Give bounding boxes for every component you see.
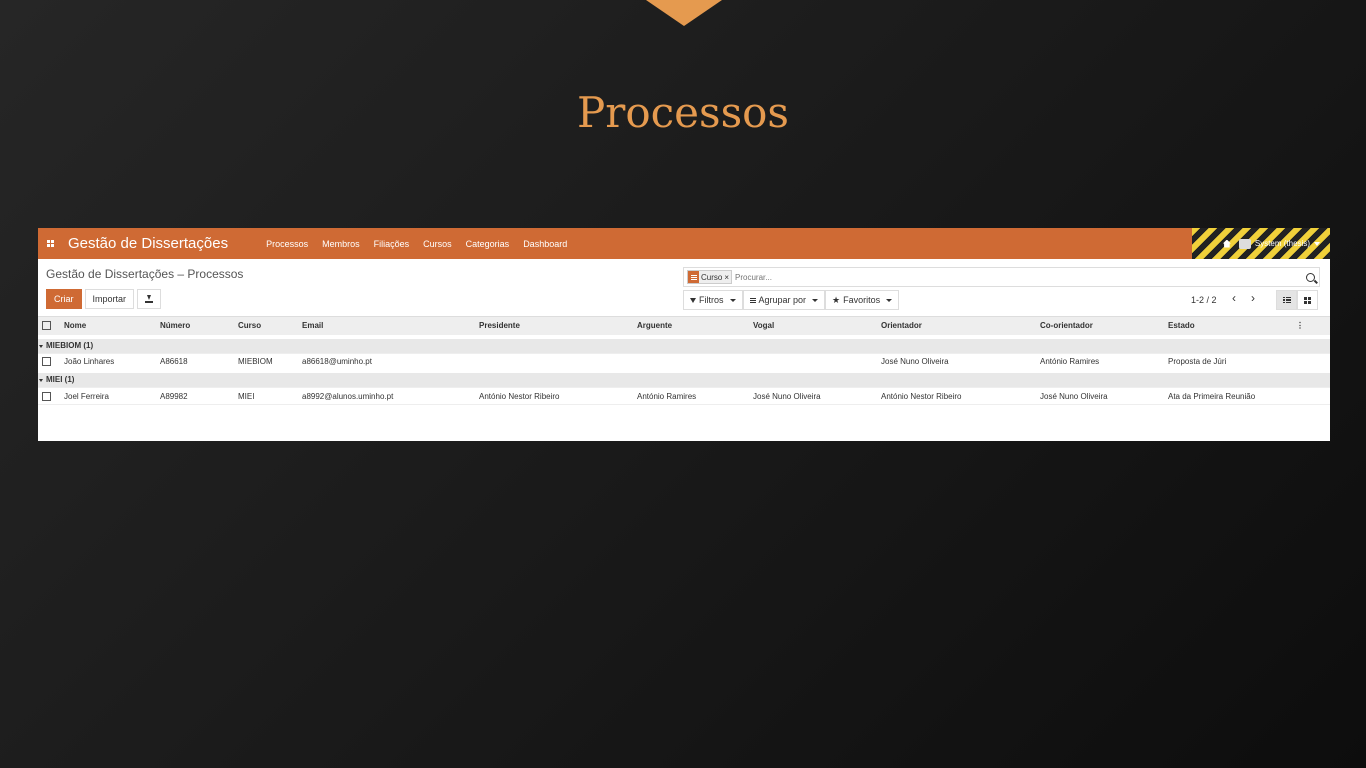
search-bar: Curso ×	[683, 267, 1320, 287]
row-checkbox[interactable]	[38, 387, 60, 405]
cell-arguente[interactable]	[633, 353, 749, 371]
search-options: Filtros Agrupar por ★ Favoritos	[683, 290, 900, 310]
search-input[interactable]	[735, 272, 1306, 282]
search-icon[interactable]	[1306, 272, 1315, 282]
group-row[interactable]: MIEBIOM (1)	[38, 334, 1330, 354]
create-button[interactable]: Criar	[46, 289, 82, 309]
column-header[interactable]: Número	[156, 316, 234, 337]
column-options-icon[interactable]: ⋮	[1292, 316, 1330, 337]
cell-vogal[interactable]	[749, 353, 877, 371]
control-panel: Gestão de Dissertações – Processos Criar…	[38, 259, 1330, 316]
menu-item-membros[interactable]: Membros	[322, 239, 360, 249]
column-header[interactable]: Presidente	[475, 316, 633, 337]
favorites-label: Favoritos	[843, 295, 881, 305]
table-row[interactable]: João Linhares A86618 MIEBIOM a86618@umin…	[38, 353, 1330, 371]
navbar-user-area: System (thesis)	[1192, 228, 1330, 259]
view-switcher	[1276, 290, 1318, 310]
filter-icon	[690, 297, 696, 303]
cell-numero: A89982	[156, 387, 234, 405]
cell-coorientador[interactable]: José Nuno Oliveira	[1036, 387, 1164, 405]
chevron-down-icon	[812, 298, 819, 302]
groupby-label: Agrupar por	[758, 295, 807, 305]
column-header[interactable]: Estado	[1164, 316, 1292, 337]
column-header[interactable]: Email	[298, 316, 475, 337]
column-header[interactable]: Arguente	[633, 316, 749, 337]
slide-decoration-triangle	[646, 0, 722, 26]
user-name: System (thesis)	[1254, 239, 1310, 248]
menu-item-categorias[interactable]: Categorias	[466, 239, 510, 249]
chevron-down-icon	[1314, 241, 1320, 246]
export-button[interactable]	[137, 289, 162, 309]
caret-down-icon	[39, 378, 43, 382]
pager-value[interactable]: 1-2 / 2	[1191, 295, 1217, 305]
menu-item-cursos[interactable]: Cursos	[423, 239, 452, 249]
action-buttons: Criar Importar	[46, 289, 162, 309]
group-label: MIEBIOM (1)	[46, 341, 94, 351]
group-label: MIEI (1)	[46, 375, 75, 385]
apps-menu-icon[interactable]	[42, 240, 58, 247]
caret-down-icon	[39, 344, 43, 348]
cell-email: a86618@uminho.pt	[298, 353, 475, 371]
cell-presidente[interactable]	[475, 353, 633, 371]
pager-next-icon[interactable]: ›	[1251, 291, 1255, 305]
cell-curso[interactable]: MIEI	[234, 387, 298, 405]
top-menu: Processos Membros Filiações Cursos Categ…	[266, 239, 567, 249]
column-header[interactable]: Nome	[60, 316, 156, 337]
cell-nome: João Linhares	[60, 353, 156, 371]
group-row[interactable]: MIEI (1)	[38, 368, 1330, 388]
star-icon: ★	[832, 294, 841, 305]
breadcrumb: Gestão de Dissertações – Processos	[46, 267, 244, 281]
cell-estado: Proposta de Júri	[1164, 353, 1292, 371]
home-icon[interactable]	[1222, 239, 1231, 248]
row-checkbox[interactable]	[38, 353, 60, 371]
favorites-button[interactable]: ★ Favoritos	[825, 290, 900, 310]
table-row[interactable]: Joel Ferreira A89982 MIEI a8992@alunos.u…	[38, 387, 1330, 405]
chevron-down-icon	[886, 298, 893, 302]
column-header[interactable]: Vogal	[749, 316, 877, 337]
table-header: Nome Número Curso Email Presidente Argue…	[38, 316, 1330, 337]
chevron-down-icon	[729, 298, 736, 302]
kanban-view-button[interactable]	[1297, 290, 1318, 310]
filters-label: Filtros	[699, 295, 724, 305]
import-button[interactable]: Importar	[84, 289, 135, 309]
navbar: Gestão de Dissertações Processos Membros…	[38, 228, 1330, 259]
cell-orientador[interactable]: José Nuno Oliveira	[877, 353, 1036, 371]
app-screenshot: Gestão de Dissertações Processos Membros…	[38, 228, 1330, 441]
cell-orientador[interactable]: António Nestor Ribeiro	[877, 387, 1036, 405]
column-header[interactable]: Co-orientador	[1036, 316, 1164, 337]
pager-previous-icon[interactable]: ‹	[1232, 291, 1236, 305]
menu-item-dashboard[interactable]: Dashboard	[523, 239, 567, 249]
cell-numero: A86618	[156, 353, 234, 371]
facet-remove-icon[interactable]: ×	[724, 273, 731, 282]
select-all-checkbox[interactable]	[38, 316, 60, 337]
groupby-icon	[688, 271, 699, 283]
column-header[interactable]: Curso	[234, 316, 298, 337]
app-brand[interactable]: Gestão de Dissertações	[68, 235, 228, 252]
cell-coorientador[interactable]: António Ramires	[1036, 353, 1164, 371]
search-facet: Curso ×	[687, 270, 733, 284]
processes-table: Nome Número Curso Email Presidente Argue…	[38, 316, 1330, 405]
column-header[interactable]: Orientador	[877, 316, 1036, 337]
filters-button[interactable]: Filtros	[683, 290, 743, 310]
user-menu[interactable]: System (thesis)	[1238, 238, 1320, 249]
download-icon	[145, 295, 154, 303]
facet-label: Curso	[701, 272, 723, 282]
cell-vogal[interactable]: José Nuno Oliveira	[749, 387, 877, 405]
bars-icon	[749, 297, 756, 303]
cell-presidente[interactable]: António Nestor Ribeiro	[475, 387, 633, 405]
cell-nome: Joel Ferreira	[60, 387, 156, 405]
cell-curso[interactable]: MIEBIOM	[234, 353, 298, 371]
cell-email: a8992@alunos.uminho.pt	[298, 387, 475, 405]
list-icon	[1282, 296, 1291, 304]
menu-item-filiacoes[interactable]: Filiações	[374, 239, 410, 249]
slide-title: Processos	[577, 88, 789, 137]
menu-item-processos[interactable]: Processos	[266, 239, 308, 249]
kanban-icon	[1304, 296, 1311, 304]
avatar	[1238, 238, 1251, 249]
cell-estado: Ata da Primeira Reunião	[1164, 387, 1292, 405]
groupby-button[interactable]: Agrupar por	[742, 290, 826, 310]
list-view-button[interactable]	[1276, 290, 1297, 310]
cell-arguente[interactable]: António Ramires	[633, 387, 749, 405]
